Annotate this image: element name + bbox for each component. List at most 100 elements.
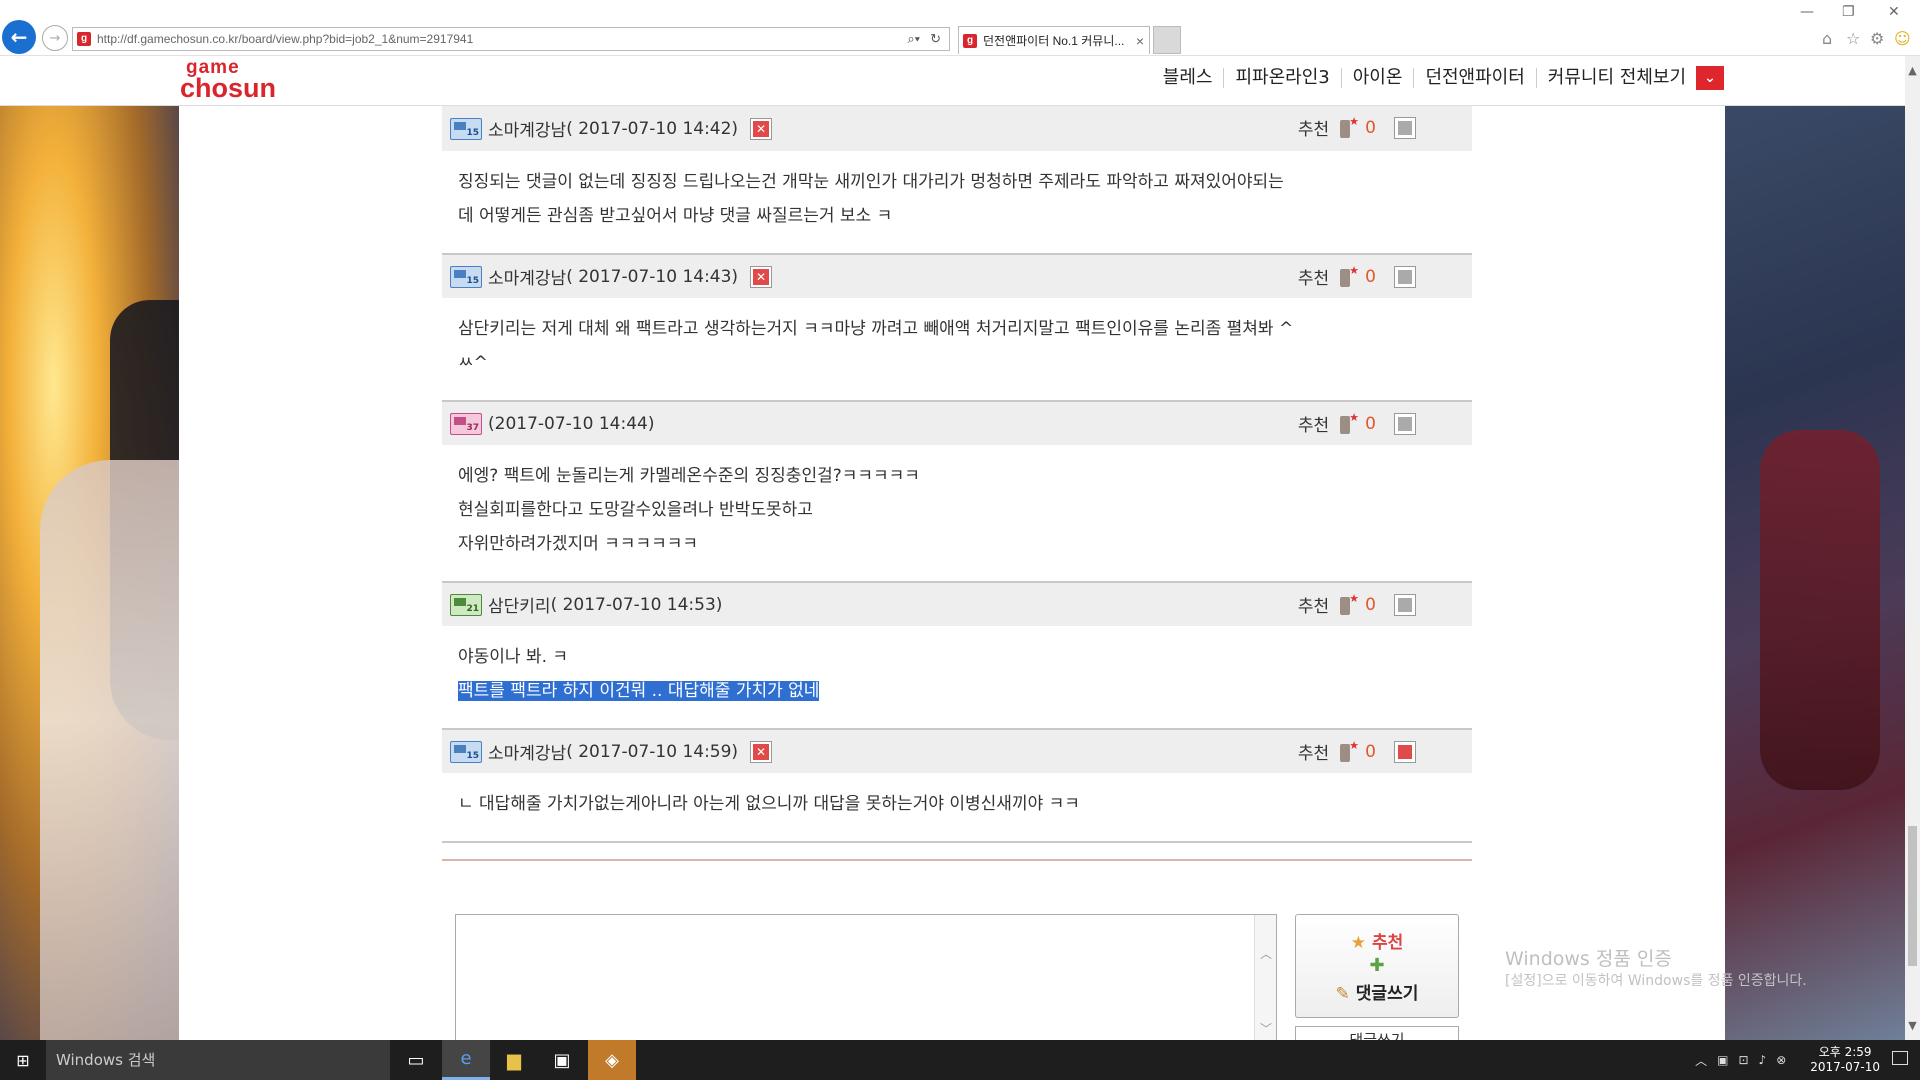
back-button[interactable]: ←: [2, 20, 36, 54]
comment-line: ㅆ^: [458, 353, 488, 373]
comment-line: 자위만하려가겠지머 ㅋㅋㅋㅋㅋㅋ: [458, 534, 699, 554]
report-button[interactable]: [1394, 116, 1416, 139]
home-icon[interactable]: ⌂: [1822, 29, 1832, 48]
close-icon: ✕: [753, 268, 770, 285]
comment-author[interactable]: 소마계강남: [488, 739, 566, 764]
task-view-icon[interactable]: ▭: [392, 1040, 440, 1080]
forward-button[interactable]: →: [42, 25, 68, 51]
comment-line: ㄴ 대답해줄 가치가없는게아니라 아는게 없으니까 대답을 못하는거야 이병신새…: [458, 794, 1080, 814]
recommend-label: 추천: [1297, 744, 1330, 764]
smiley-feedback-icon[interactable]: ☺: [1894, 29, 1911, 48]
level-badge-icon: 21: [450, 593, 482, 616]
recommend-icon[interactable]: [1337, 592, 1359, 618]
site-header: game chosun 블레스 피파온라인3 아이온 던전앤파이터 커뮤니티 전…: [0, 56, 1905, 106]
close-window-icon[interactable]: ✕: [1888, 4, 1900, 20]
system-tray: ︿ ▣ ⊡ ♪ ⊗ 오후 2:59 2017-07-10: [1695, 1040, 1880, 1080]
tab-title: 던전앤파이터 No.1 커뮤니...: [983, 34, 1125, 48]
tray-expand-icon[interactable]: ︿: [1695, 1052, 1707, 1069]
tray-app-icon[interactable]: ▣: [1717, 1053, 1728, 1067]
comment-list-divider: [442, 841, 1472, 861]
level-badge-icon: 15: [450, 265, 482, 288]
taskbar-search-input[interactable]: Windows 검색: [46, 1040, 390, 1080]
comment-textarea[interactable]: ︿ ﹀: [455, 914, 1277, 1044]
nav-item-fifa-online3[interactable]: 피파온라인3: [1224, 68, 1342, 88]
nav-item-bless[interactable]: 블레스: [1152, 68, 1225, 88]
tab-favicon-icon: g: [963, 33, 977, 48]
browser-tab[interactable]: g 던전앤파이터 No.1 커뮤니... ×: [958, 26, 1150, 54]
internet-explorer-icon[interactable]: e: [442, 1040, 490, 1080]
scroll-up-icon[interactable]: ▲: [1905, 64, 1920, 77]
report-button[interactable]: [1394, 265, 1416, 288]
comment-line: 삼단키리는 저게 대체 왜 팩트라고 생각하는거지 ㅋㅋ마냥 까려고 빼애액 처…: [458, 319, 1294, 339]
new-tab-button[interactable]: [1153, 26, 1181, 54]
windows-start-icon[interactable]: ⊞: [0, 1040, 46, 1080]
browser-chrome: ← → g http://df.gamechosun.co.kr/board/v…: [0, 0, 1920, 56]
game-app-icon[interactable]: ◈: [588, 1040, 636, 1080]
chevron-up-icon[interactable]: ︿: [1260, 945, 1272, 962]
page-scrollbar[interactable]: ▲ ▼: [1905, 56, 1920, 1040]
close-icon: ✕: [753, 120, 770, 137]
restore-icon[interactable]: ❐: [1842, 4, 1855, 20]
scroll-down-icon[interactable]: ▼: [1905, 1019, 1920, 1032]
network-icon[interactable]: ⊡: [1738, 1053, 1748, 1067]
refresh-icon[interactable]: ↻: [930, 31, 941, 47]
site-favicon-icon: g: [77, 32, 91, 46]
tab-close-icon[interactable]: ×: [1131, 33, 1149, 49]
comment-header: 15 소마계강남 ( 2017-07-10 14:42) ✕ 추천 0: [442, 106, 1472, 151]
recommend-label: 추천: [1297, 269, 1330, 289]
recommend-count: 0: [1365, 266, 1376, 287]
store-icon[interactable]: ▣: [538, 1040, 586, 1080]
recommend-icon[interactable]: [1337, 739, 1359, 765]
comment-line: 에엥? 팩트에 눈돌리는게 카멜레온수준의 징징충인걸?ㅋㅋㅋㅋㅋ: [458, 466, 920, 486]
file-explorer-icon[interactable]: ▆: [490, 1040, 538, 1080]
write-comment-button[interactable]: ✎ 댓글쓰기: [1336, 979, 1419, 1004]
background-art-left-figure: [40, 460, 179, 1040]
chevron-down-icon[interactable]: ⌄: [1696, 66, 1724, 90]
comment-author[interactable]: 삼단키리: [488, 592, 551, 617]
comment-header: 21 삼단키리 ( 2017-07-10 14:53) 추천 0: [442, 581, 1472, 626]
tray-status-icon[interactable]: ⊗: [1776, 1053, 1786, 1067]
report-button[interactable]: [1394, 412, 1416, 435]
recommend-count: 0: [1365, 741, 1376, 762]
favorites-star-icon[interactable]: ☆: [1846, 29, 1860, 48]
delete-comment-button[interactable]: ✕: [750, 740, 773, 763]
comment-author[interactable]: 소마계강남: [488, 116, 566, 141]
taskbar-clock[interactable]: 오후 2:59 2017-07-10: [1810, 1045, 1880, 1075]
report-icon: [1398, 269, 1412, 284]
search-icon[interactable]: ⌕▾: [907, 31, 920, 47]
recommend-icon[interactable]: [1337, 264, 1359, 290]
comment-line: 데 어떻게든 관심좀 받고싶어서 마냥 댓글 싸질르는거 보소 ㅋ: [458, 206, 893, 226]
comment-author[interactable]: 소마계강남: [488, 264, 566, 289]
settings-gear-icon[interactable]: ⚙: [1870, 29, 1884, 48]
chevron-down-icon[interactable]: ﹀: [1260, 1020, 1272, 1037]
nav-item-aion[interactable]: 아이온: [1342, 68, 1415, 88]
recommend-icon[interactable]: [1337, 411, 1359, 437]
report-button[interactable]: [1394, 740, 1416, 763]
write-comment-button-2[interactable]: 댓글쓰기: [1295, 1026, 1459, 1040]
taskbar: ⊞ Windows 검색 ▭ e ▆ ▣ ◈ ︿ ▣ ⊡ ♪ ⊗ 오후 2:59…: [0, 1040, 1920, 1080]
global-nav: 블레스 피파온라인3 아이온 던전앤파이터 커뮤니티 전체보기 ⌄: [1152, 66, 1724, 90]
comment-line: 야동이나 봐. ㅋ: [458, 647, 569, 667]
comment-line: 징징되는 댓글이 없는데 징징징 드립나오는건 개막눈 새끼인가 대가리가 멍청…: [458, 172, 1284, 192]
delete-comment-button[interactable]: ✕: [750, 265, 773, 288]
address-bar[interactable]: g http://df.gamechosun.co.kr/board/view.…: [72, 27, 950, 51]
comment-time: ( 2017-07-10 14:53): [550, 594, 723, 615]
url-text[interactable]: http://df.gamechosun.co.kr/board/view.ph…: [97, 32, 907, 46]
textarea-scrollbar[interactable]: ︿ ﹀: [1254, 915, 1276, 1043]
nav-item-dungeon-fighter[interactable]: 던전앤파이터: [1414, 68, 1537, 88]
delete-comment-button[interactable]: ✕: [750, 117, 773, 140]
volume-icon[interactable]: ♪: [1759, 1053, 1767, 1067]
recommend-icon[interactable]: [1337, 115, 1359, 141]
recommend-label: 추천: [1297, 416, 1330, 436]
minimize-icon[interactable]: —: [1800, 4, 1814, 20]
page-gutter-right: [1486, 106, 1725, 1040]
comment-body: 야동이나 봐. ㅋ 팩트를 팩트라 하지 이건뭐 .. 대답해줄 가치가 없네: [442, 626, 1472, 728]
nav-item-all-community[interactable]: 커뮤니티 전체보기: [1537, 68, 1696, 88]
recommend-button[interactable]: ★ 추천: [1351, 928, 1403, 953]
action-center-icon[interactable]: [1892, 1051, 1908, 1065]
report-button[interactable]: [1394, 593, 1416, 616]
background-art-right-figure: [1760, 430, 1880, 790]
site-logo[interactable]: game chosun: [180, 58, 280, 102]
scroll-thumb[interactable]: [1908, 826, 1917, 966]
comment-body: 에엥? 팩트에 눈돌리는게 카멜레온수준의 징징충인걸?ㅋㅋㅋㅋㅋ 현실회피를한…: [442, 445, 1472, 581]
